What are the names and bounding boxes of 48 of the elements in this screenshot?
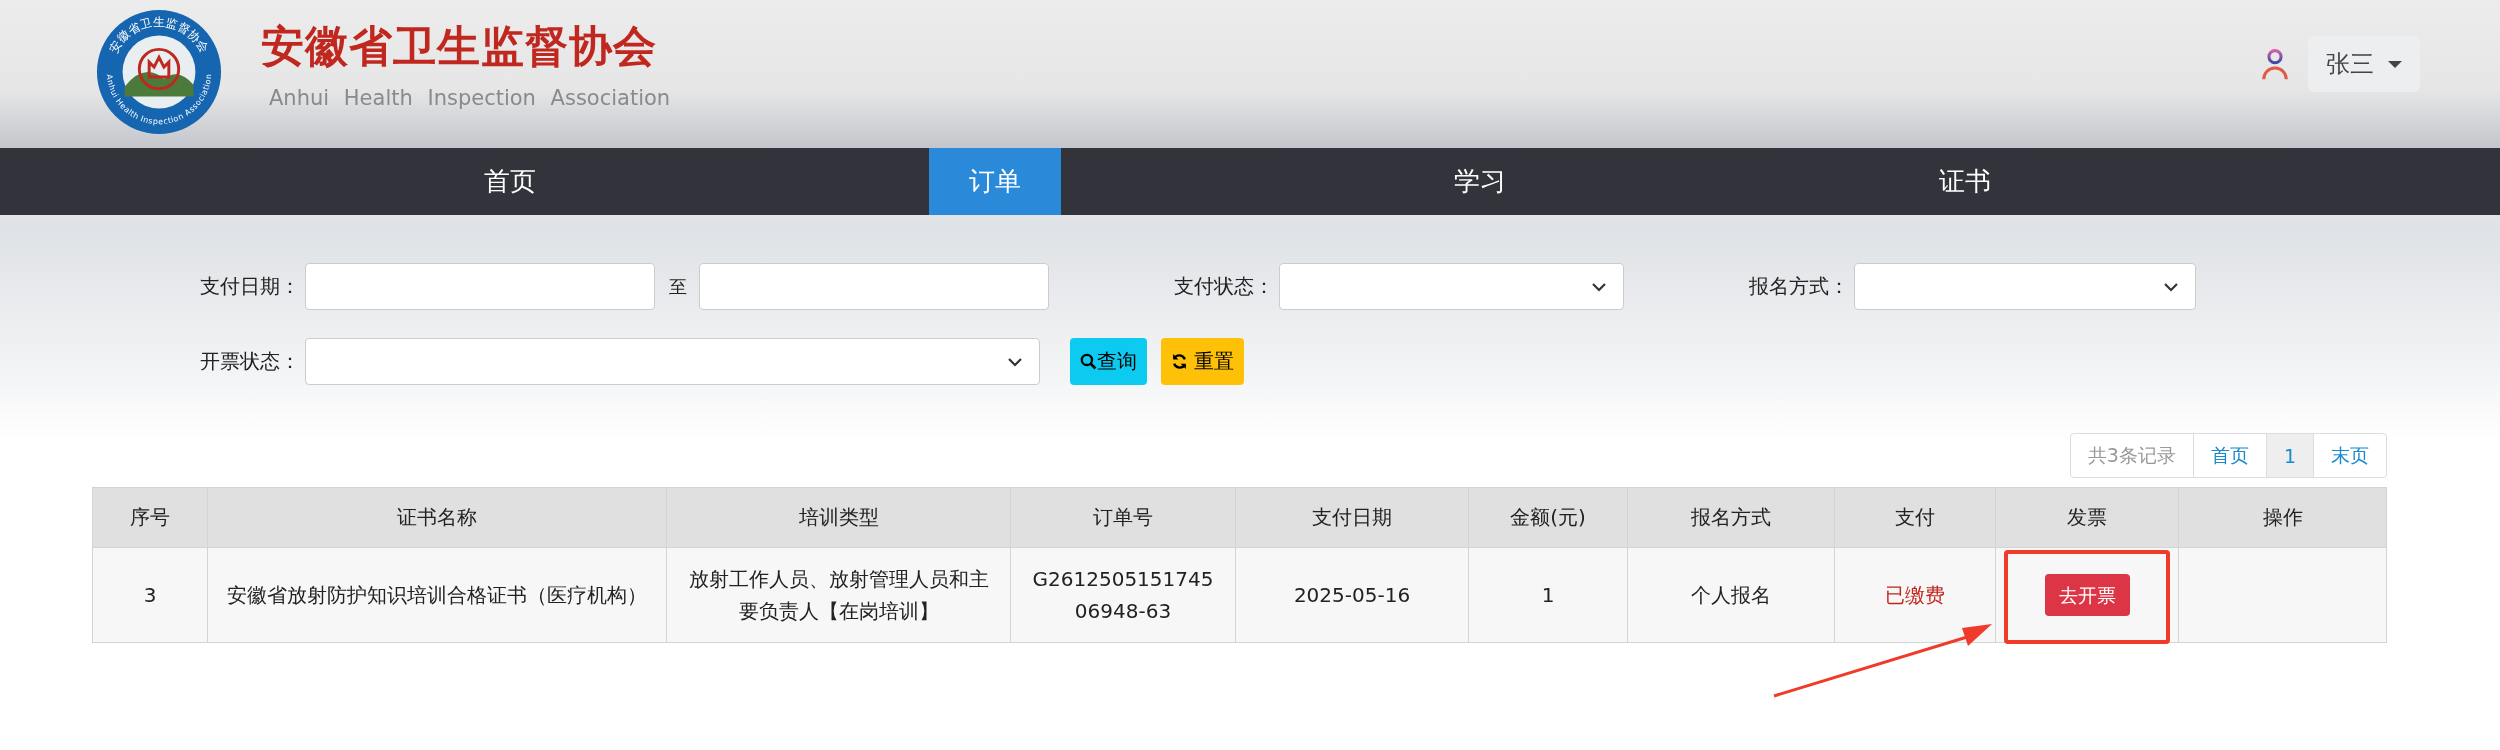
column-header: 序号	[92, 487, 208, 548]
site-subtitle: Anhui Health Inspection Association	[269, 86, 671, 110]
nav-tab[interactable]: 学习	[1413, 148, 1546, 215]
table-cell: 3	[92, 547, 208, 643]
payment-status: 已缴费	[1834, 547, 1996, 643]
reset-button[interactable]: 重置	[1161, 338, 1244, 385]
column-header: 金额(元)	[1468, 487, 1628, 548]
table-cell: 1	[1468, 547, 1628, 643]
range-separator: 至	[669, 274, 687, 299]
select-field[interactable]	[1854, 263, 2196, 310]
chevron-icon	[2163, 281, 2179, 292]
nav-tab[interactable]: 订单	[928, 148, 1061, 215]
filter-label: 支付状态：	[1173, 273, 1274, 300]
caret-icon	[2388, 60, 2402, 68]
filter-label: 开票状态：	[199, 348, 300, 375]
nav-tab[interactable]: 首页	[443, 148, 576, 215]
search-button[interactable]: 查询	[1070, 338, 1147, 385]
nav-tab[interactable]: 证书	[1898, 148, 2031, 215]
refresh-icon	[1171, 353, 1188, 370]
search-icon	[1080, 353, 1097, 370]
record-count: 共3条记录	[2069, 433, 2194, 478]
filter-label: 支付日期：	[199, 273, 300, 300]
table-cell: 个人报名	[1627, 547, 1835, 643]
column-header: 证书名称	[207, 487, 667, 548]
table-cell: 放射工作人员、放射管理人员和主要负责人【在岗培训】	[666, 547, 1011, 643]
column-header: 培训类型	[666, 487, 1011, 548]
table-cell: G261250515174506948-63	[1010, 547, 1236, 643]
chevron-icon	[1591, 281, 1607, 292]
select-field[interactable]	[305, 338, 1040, 385]
user-dropdown[interactable]: 张三	[2308, 36, 2420, 92]
column-header: 订单号	[1010, 487, 1236, 548]
column-header: 支付	[1834, 487, 1996, 548]
column-header: 报名方式	[1627, 487, 1835, 548]
filter-label: 报名方式：	[1748, 273, 1849, 300]
table-cell: 2025-05-16	[1235, 547, 1469, 643]
site-title: 安徽省卫生监督协会	[261, 20, 658, 73]
first-page-link[interactable]: 首页	[2192, 433, 2267, 478]
date-field[interactable]	[699, 263, 1049, 310]
select-field[interactable]	[1279, 263, 1624, 310]
table-cell: 安徽省放射防护知识培训合格证书（医疗机构）	[207, 547, 667, 643]
column-header: 支付日期	[1235, 487, 1469, 548]
chevron-icon	[1007, 356, 1023, 367]
invoice-button[interactable]: 去开票	[2044, 574, 2130, 616]
user-icon	[2262, 47, 2288, 81]
last-page-link[interactable]: 末页	[2313, 433, 2387, 478]
column-header: 操作	[2178, 487, 2387, 548]
date-field[interactable]	[305, 263, 655, 310]
column-header: 发票	[1995, 487, 2179, 548]
